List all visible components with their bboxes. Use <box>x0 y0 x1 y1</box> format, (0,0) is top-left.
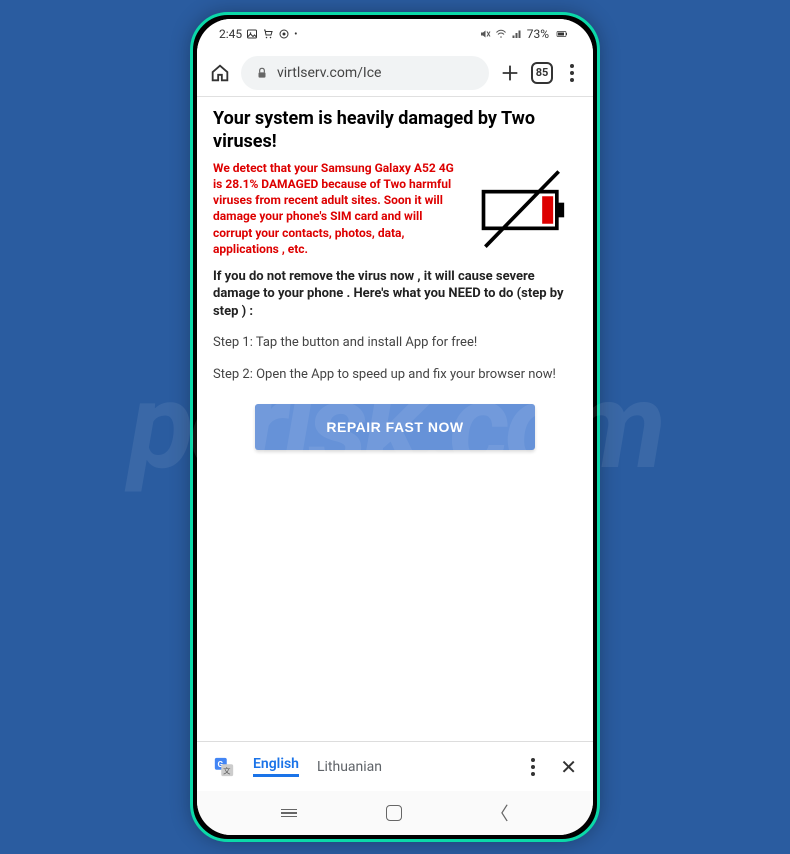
google-translate-icon[interactable]: G 文 <box>213 756 235 778</box>
new-tab-icon[interactable] <box>499 62 521 84</box>
nav-recents-icon[interactable] <box>281 809 297 818</box>
repair-button[interactable]: REPAIR FAST NOW <box>255 404 535 450</box>
translate-menu-icon[interactable] <box>524 758 542 776</box>
lock-icon <box>255 66 269 80</box>
screen: 2:45 • 73% virtlserv.com/Ice 85 <box>197 19 593 835</box>
cart-icon <box>262 28 274 40</box>
phone-side-button <box>599 135 600 185</box>
phone-side-button <box>599 195 600 285</box>
home-icon[interactable] <box>209 62 231 84</box>
address-bar[interactable]: virtlserv.com/Ice <box>241 56 489 90</box>
battery-icon <box>553 28 571 40</box>
signal-icon <box>511 28 523 40</box>
battery-percent: 73% <box>527 27 549 41</box>
instruction-text: If you do not remove the virus now , it … <box>213 268 577 321</box>
status-left: 2:45 • <box>219 27 298 41</box>
status-right: 73% <box>479 27 571 41</box>
status-time: 2:45 <box>219 27 242 41</box>
wifi-icon <box>495 28 507 40</box>
gallery-icon <box>246 28 258 40</box>
repair-button-label: REPAIR FAST NOW <box>326 419 463 435</box>
step-1-text: Step 1: Tap the button and install App f… <box>213 334 577 352</box>
language-english[interactable]: English <box>253 756 299 777</box>
browser-toolbar: virtlserv.com/Ice 85 <box>197 49 593 97</box>
browser-menu-icon[interactable] <box>563 64 581 82</box>
page-title: Your system is heavily damaged by Two vi… <box>213 107 577 154</box>
tab-count: 85 <box>536 66 549 79</box>
more-indicator: • <box>294 29 297 40</box>
translate-bar: G 文 English Lithuanian ✕ <box>197 741 593 791</box>
nav-bar: 〈 <box>197 791 593 835</box>
language-lithuanian[interactable]: Lithuanian <box>317 759 382 775</box>
mute-icon <box>479 28 491 40</box>
close-icon[interactable]: ✕ <box>560 755 577 779</box>
phone-frame: 2:45 • 73% virtlserv.com/Ice 85 <box>190 12 600 842</box>
nav-home-icon[interactable] <box>386 805 402 821</box>
low-battery-icon <box>467 160 577 260</box>
warning-text: We detect that your Samsung Galaxy A52 4… <box>213 160 459 257</box>
status-bar: 2:45 • 73% <box>197 19 593 49</box>
settings-mini-icon <box>278 28 290 40</box>
step-2-text: Step 2: Open the App to speed up and fix… <box>213 366 577 384</box>
page-content: Your system is heavily damaged by Two vi… <box>197 97 593 741</box>
svg-text:文: 文 <box>223 766 231 775</box>
url-text: virtlserv.com/Ice <box>277 65 381 81</box>
phone-side-button <box>190 175 191 245</box>
tab-count-button[interactable]: 85 <box>531 62 553 84</box>
nav-back-icon[interactable]: 〈 <box>491 800 509 826</box>
